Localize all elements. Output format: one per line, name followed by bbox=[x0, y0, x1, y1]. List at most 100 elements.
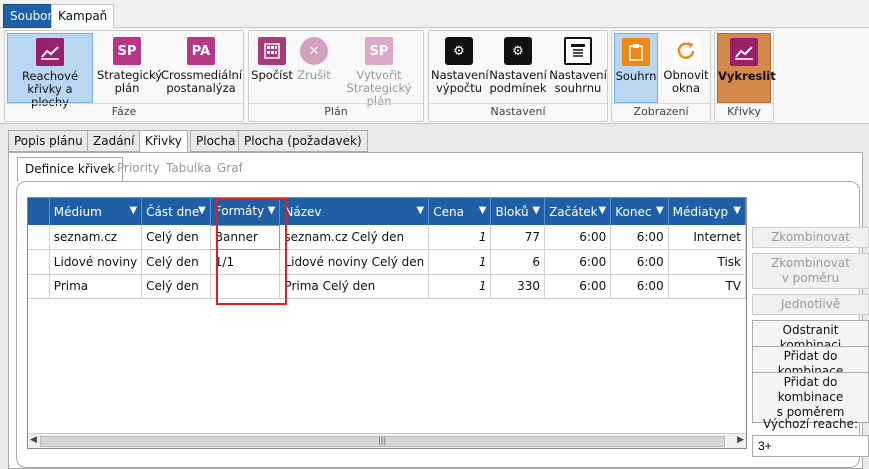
nastaveni-souhrnu-label: Nastavení souhrnu bbox=[549, 68, 607, 95]
obnovit-okna-button[interactable]: Obnovit okna bbox=[662, 33, 710, 103]
table-row[interactable]: Prima Celý den Prima Celý den 1 330 6:00… bbox=[28, 274, 746, 299]
subtab-definice-krivek[interactable]: Definice křivek bbox=[17, 157, 123, 182]
group-krivky: Vykreslit Křivky bbox=[714, 30, 776, 122]
cell-cena[interactable]: 1 bbox=[428, 225, 492, 250]
cell-zacatek[interactable]: 6:00 bbox=[544, 225, 612, 250]
cell-cena[interactable]: 1 bbox=[428, 249, 492, 275]
clipboard-icon bbox=[622, 38, 650, 66]
cell-cast-dne[interactable]: Celý den bbox=[141, 249, 211, 275]
cell-nazev[interactable]: Lidové noviny Celý den bbox=[279, 249, 430, 275]
filter-icon[interactable]: ▼ bbox=[532, 205, 540, 216]
spocist-button[interactable]: Spočíst bbox=[251, 33, 293, 103]
zrusit-button[interactable]: ✕ Zrušit bbox=[295, 33, 333, 103]
cell-cast-dne[interactable]: Celý den bbox=[141, 225, 211, 250]
subtab-graf[interactable]: Graf bbox=[210, 157, 250, 182]
row-selector[interactable] bbox=[28, 225, 50, 250]
column-header-nazev[interactable]: Název ▼ bbox=[279, 198, 430, 225]
chart-icon bbox=[730, 38, 758, 66]
table-row[interactable]: seznam.cz Celý den Banner seznam.cz Celý… bbox=[28, 224, 746, 250]
cell-medium[interactable]: seznam.cz bbox=[49, 225, 143, 250]
cell-zacatek[interactable]: 6:00 bbox=[544, 274, 612, 299]
column-header-cena[interactable]: Cena ▼ bbox=[428, 198, 492, 225]
cell-mediatyp[interactable]: Internet bbox=[668, 225, 746, 250]
tab-plocha-pozadavek[interactable]: Plocha (požadavek) bbox=[238, 130, 368, 152]
refresh-icon bbox=[672, 37, 700, 65]
row-selector[interactable] bbox=[28, 274, 50, 299]
cell-medium[interactable]: Lidové noviny bbox=[49, 249, 143, 275]
group-nastaveni: ⚙ Nastavení výpočtu ⚙ Nastavení podmínek… bbox=[428, 30, 608, 122]
nastaveni-vypoctu-button[interactable]: ⚙ Nastavení výpočtu bbox=[431, 33, 489, 103]
strategic-plan-button[interactable]: SP Strategický plán bbox=[97, 33, 162, 103]
scroll-left-icon[interactable]: ◀ bbox=[30, 435, 37, 445]
cell-formaty[interactable] bbox=[210, 274, 281, 299]
cell-nazev[interactable]: seznam.cz Celý den bbox=[279, 225, 430, 250]
group-faze: Reachové křivky a plochy SP Strategický … bbox=[4, 30, 244, 122]
filter-icon[interactable]: ▼ bbox=[656, 205, 664, 216]
column-header-medium[interactable]: Médium ▼ bbox=[49, 198, 143, 225]
nastaveni-vypoctu-label: Nastavení výpočtu bbox=[431, 68, 489, 95]
ribbon: Reachové křivky a plochy SP Strategický … bbox=[0, 28, 869, 124]
vykreslit-button[interactable]: Vykreslit bbox=[717, 33, 776, 103]
vytvorit-button[interactable]: SP Vytvořit Strategický plán bbox=[335, 33, 423, 108]
scroll-grip-icon: ||| bbox=[378, 436, 387, 445]
column-header-cast-dne[interactable]: Část dne ▼ bbox=[141, 198, 211, 225]
cell-konec[interactable]: 6:00 bbox=[610, 225, 669, 250]
tab-krivky[interactable]: Křivky bbox=[139, 130, 188, 153]
cell-medium[interactable]: Prima bbox=[49, 274, 143, 299]
definice-panel: Médium ▼ Část dne ▼ Formáty ▼ Název ▼ Cena ▼ … bbox=[16, 181, 869, 468]
column-header-mediatyp[interactable]: Médiatyp ▼ bbox=[668, 198, 746, 225]
scroll-right-icon[interactable]: ▶ bbox=[737, 435, 744, 445]
cell-bloku[interactable]: 330 bbox=[490, 274, 546, 299]
cell-cast-dne[interactable]: Celý den bbox=[141, 274, 211, 299]
cell-mediatyp[interactable]: Tisk bbox=[668, 249, 746, 275]
zkombinovat-v-pomeru-button[interactable]: Zkombinovat v poměru bbox=[752, 253, 869, 289]
zkombinovat-button[interactable]: Zkombinovat bbox=[752, 227, 869, 248]
filter-icon[interactable]: ▼ bbox=[479, 205, 487, 216]
filter-icon[interactable]: ▼ bbox=[599, 205, 607, 216]
column-header-zacatek[interactable]: Začátek ▼ bbox=[544, 198, 612, 225]
reach-curves-button[interactable]: Reachové křivky a plochy bbox=[7, 33, 93, 109]
tab-popis-planu[interactable]: Popis plánu bbox=[8, 130, 89, 152]
vychozi-reache-input[interactable] bbox=[752, 435, 869, 457]
column-header-bloku[interactable]: Bloků ▼ bbox=[490, 198, 546, 225]
group-label-nastaveni: Nastavení bbox=[429, 103, 607, 119]
filter-icon[interactable]: ▼ bbox=[129, 205, 137, 216]
zrusit-label: Zrušit bbox=[297, 68, 331, 82]
cell-konec[interactable]: 6:00 bbox=[610, 249, 669, 275]
menu-tab-kampan[interactable]: Kampaň bbox=[51, 4, 115, 29]
calculator-icon bbox=[258, 37, 286, 65]
curves-table: Médium ▼ Část dne ▼ Formáty ▼ Název ▼ Cena ▼ … bbox=[28, 198, 746, 299]
table-row[interactable]: Lidové noviny Celý den 1/1 Lidové noviny… bbox=[28, 249, 746, 275]
cell-nazev[interactable]: Prima Celý den bbox=[279, 274, 430, 299]
chart-icon bbox=[36, 38, 64, 66]
horizontal-scrollbar[interactable]: ◀ ||| ▶ bbox=[28, 433, 746, 448]
jednotlive-button[interactable]: Jednotlivě bbox=[752, 294, 869, 315]
cell-formaty[interactable]: 1/1 bbox=[210, 249, 281, 275]
column-header-formaty[interactable]: Formáty ▼ bbox=[210, 198, 281, 225]
cell-zacatek[interactable]: 6:00 bbox=[544, 249, 612, 275]
cell-bloku[interactable]: 77 bbox=[490, 225, 546, 250]
tab-plocha[interactable]: Plocha bbox=[190, 130, 242, 152]
souhrn-button[interactable]: Souhrn bbox=[614, 33, 658, 103]
crossmedia-button[interactable]: PA Crossmediální postanalýza bbox=[161, 33, 243, 103]
filter-icon[interactable]: ▼ bbox=[733, 205, 741, 216]
column-header-konec[interactable]: Konec ▼ bbox=[610, 198, 669, 225]
cell-konec[interactable]: 6:00 bbox=[610, 274, 669, 299]
krivky-panel: Definice křivek Priority Tabulka Graf Mé… bbox=[8, 152, 869, 469]
tab-zadani[interactable]: Zadání bbox=[87, 130, 141, 152]
cell-mediatyp[interactable]: TV bbox=[668, 274, 746, 299]
nastaveni-souhrnu-button[interactable]: Nastavení souhrnu bbox=[549, 33, 607, 103]
obnovit-okna-label: Obnovit okna bbox=[663, 68, 709, 95]
row-selector[interactable] bbox=[28, 249, 50, 275]
nastaveni-podminek-button[interactable]: ⚙ Nastavení podmínek bbox=[489, 33, 547, 103]
filter-icon[interactable]: ▼ bbox=[268, 205, 276, 216]
filter-icon[interactable]: ▼ bbox=[198, 205, 206, 216]
cell-formaty[interactable]: Banner bbox=[209, 224, 281, 250]
pridat-s-pomerem-button[interactable]: Přidat do kombinace s poměrem bbox=[752, 372, 869, 423]
filter-icon[interactable]: ▼ bbox=[417, 205, 425, 216]
crossmedia-label: Crossmediální postanalýza bbox=[161, 68, 243, 95]
cell-bloku[interactable]: 6 bbox=[490, 249, 546, 275]
spocist-label: Spočíst bbox=[251, 68, 293, 82]
cell-cena[interactable]: 1 bbox=[428, 274, 492, 299]
gear-icon: ⚙ bbox=[445, 37, 473, 65]
